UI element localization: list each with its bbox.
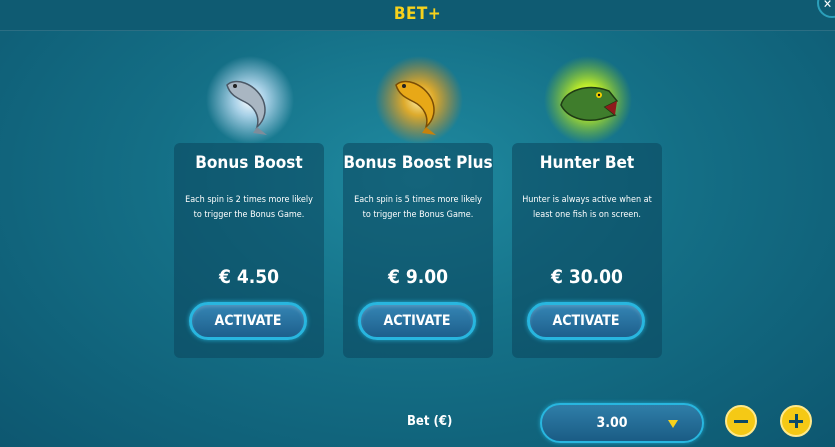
activate-button[interactable]: ACTIVATE	[189, 302, 307, 340]
bet-select[interactable]: 3.00	[540, 403, 704, 443]
card-hunter-bet: Hunter Bet Hunter is always active when …	[512, 143, 662, 358]
bet-value: 3.00	[596, 415, 628, 431]
minus-icon	[734, 420, 748, 423]
card-bonus-boost: Bonus Boost Each spin is 2 times more li…	[174, 143, 324, 358]
card-title: Bonus Boost	[195, 153, 303, 173]
card-description: Hunter is always active when at least on…	[522, 195, 652, 220]
increase-bet-button[interactable]	[780, 405, 812, 437]
card-description: Each spin is 5 times more likely to trig…	[354, 195, 482, 220]
pike-fish-icon	[544, 56, 632, 144]
top-bar: BET+	[0, 0, 835, 31]
card-price: € 30.00	[551, 266, 623, 288]
card-bonus-boost-plus: Bonus Boost Plus Each spin is 5 times mo…	[343, 143, 493, 358]
card-title: Bonus Boost Plus	[343, 153, 493, 173]
card-price: € 4.50	[218, 266, 279, 288]
chevron-down-icon	[668, 420, 678, 428]
decrease-bet-button[interactable]	[725, 405, 757, 437]
bet-label: Bet (€)	[407, 414, 453, 429]
card-price: € 9.00	[387, 266, 448, 288]
gold-fish-icon	[375, 56, 463, 144]
page-title: BET+	[393, 4, 442, 24]
activate-button[interactable]: ACTIVATE	[358, 302, 476, 340]
silver-fish-icon	[206, 56, 294, 144]
activate-button[interactable]: ACTIVATE	[527, 302, 645, 340]
card-title: Hunter Bet	[539, 153, 635, 173]
card-description: Each spin is 2 times more likely to trig…	[185, 195, 313, 220]
